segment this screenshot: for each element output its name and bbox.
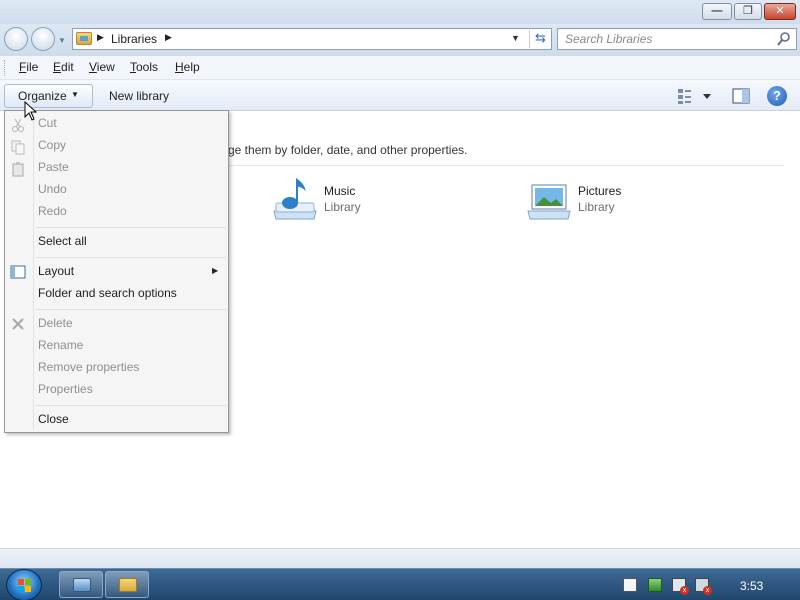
menu-item-rename[interactable]: Rename [38,338,83,352]
menu-item-layout[interactable]: Layout [38,264,74,278]
library-type: Library [324,200,361,214]
menu-item-cut[interactable]: Cut [38,116,57,130]
menu-bar: File Edit View Tools Help [0,56,800,80]
new-library-button[interactable]: New library [109,89,169,103]
libraries-icon [76,32,92,45]
status-bar [0,548,800,568]
breadcrumb-arrow-icon[interactable]: ▶ [97,32,104,43]
menu-separator [36,257,226,258]
libraries-description: ge them by folder, date, and other prope… [228,143,468,157]
breadcrumb-libraries[interactable]: Libraries [111,32,157,46]
paste-icon [12,162,24,177]
menu-item-folder-and-search-options[interactable]: Folder and search options [38,286,177,300]
minimize-button[interactable]: — [702,3,732,20]
copy-icon [11,140,25,155]
menu-separator [36,227,226,228]
refresh-icon[interactable]: ⇆ [529,30,551,48]
folder-icon [119,578,137,592]
close-button[interactable]: ✕ [764,3,796,20]
back-button[interactable] [4,27,28,51]
menu-edit[interactable]: Edit [53,60,74,74]
title-bar: — ❐ ✕ [0,0,800,24]
menu-item-copy[interactable]: Copy [38,138,66,152]
change-view-icon[interactable] [676,86,716,106]
menu-item-redo[interactable]: Redo [38,204,67,218]
taskbar-clock[interactable]: 3:53 [740,579,763,593]
menu-item-properties[interactable]: Properties [38,382,93,396]
breadcrumb-arrow-icon[interactable]: ▶ [165,32,172,43]
taskbar: x x 3:53 [0,568,800,600]
menu-gutter [33,113,34,430]
recent-pages-dropdown[interactable]: ▼ [58,36,66,45]
organize-button[interactable]: Organize ▼ [4,84,93,108]
menu-item-select-all[interactable]: Select all [38,234,87,248]
taskbar-app-button[interactable] [59,571,103,598]
search-input[interactable]: Search Libraries [565,32,652,46]
pictures-library-icon [527,184,571,220]
navigation-bar: ▼ ▶ Libraries ▶ ▼ ⇆ Search Libraries [0,24,800,56]
chevron-down-icon: ▼ [71,90,79,99]
menu-view[interactable]: View [89,60,115,74]
search-icon[interactable] [776,31,792,47]
library-name: Music [324,184,356,198]
divider [228,165,784,166]
mute-badge-icon: x [703,586,712,595]
command-bar: Organize ▼ New library ? [0,80,800,111]
layout-icon [10,265,26,279]
taskbar-explorer-button[interactable] [105,571,149,598]
delete-icon [12,318,24,330]
menu-help[interactable]: Help [175,60,200,74]
submenu-arrow-icon: ▶ [212,266,219,275]
start-button[interactable] [6,569,42,600]
search-box[interactable]: Search Libraries [557,28,797,50]
menu-tools[interactable]: Tools [130,60,158,74]
library-type: Library [578,200,615,214]
menu-item-close[interactable]: Close [38,412,69,426]
preview-pane-icon[interactable] [731,86,751,106]
library-item-music[interactable]: Music Library [270,173,490,223]
address-bar[interactable]: ▶ Libraries ▶ ▼ ⇆ [72,28,552,50]
library-item-pictures[interactable]: Pictures Library [524,173,744,223]
help-icon[interactable]: ? [767,86,787,106]
menu-item-undo[interactable]: Undo [38,182,67,196]
organize-menu: Cut Copy Paste Undo Redo Select all Layo… [4,110,229,433]
mouse-cursor-icon [24,101,38,121]
volume-icon[interactable]: x [695,578,712,595]
maximize-button[interactable]: ❐ [734,3,762,20]
menu-item-remove-properties[interactable]: Remove properties [38,360,139,374]
library-name: Pictures [578,184,622,198]
menu-item-delete[interactable]: Delete [38,316,73,330]
menu-separator [36,309,226,310]
document-tray-icon[interactable] [623,578,637,592]
action-center-icon[interactable] [648,578,662,592]
error-badge-icon: x [680,586,689,595]
remote-desktop-icon [73,578,91,592]
address-dropdown-icon[interactable]: ▼ [511,33,520,43]
menu-item-paste[interactable]: Paste [38,160,69,174]
forward-button[interactable] [31,27,55,51]
menu-file[interactable]: File [19,60,38,74]
menu-separator [36,405,226,406]
music-library-icon [273,178,317,220]
menu-grip [4,60,7,76]
network-icon[interactable]: x [672,578,689,595]
